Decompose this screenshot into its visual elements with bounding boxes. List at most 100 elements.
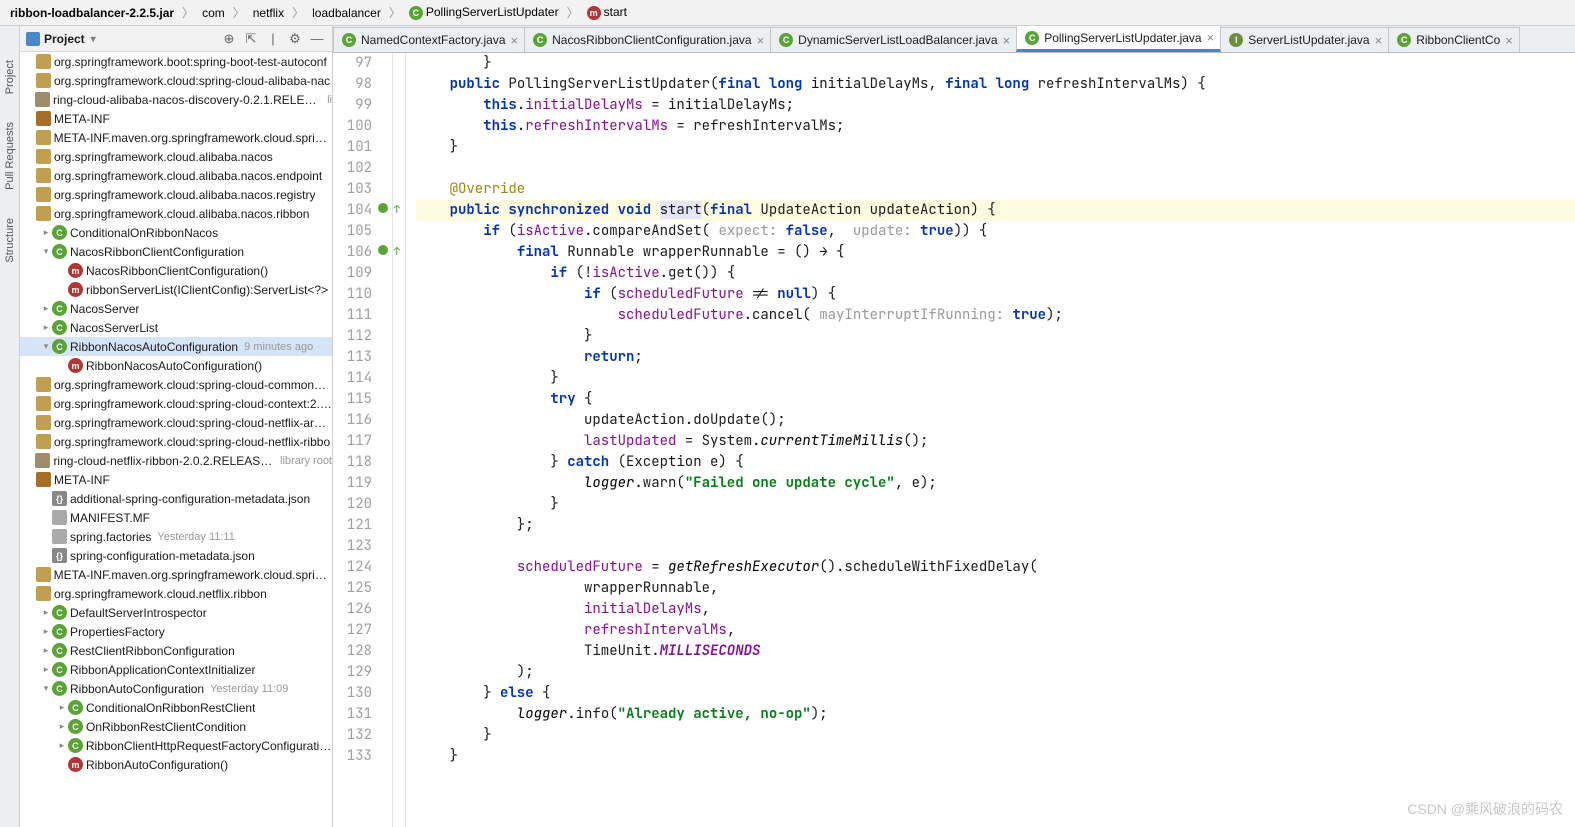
caret-icon[interactable]: ▾ [40,246,52,257]
code-line[interactable]: }; [416,515,1575,536]
tree-node[interactable]: ▸CRibbonApplicationContextInitializer [20,660,332,679]
caret-icon[interactable]: ▸ [40,227,52,238]
code-line[interactable]: return; [416,347,1575,368]
tree-node[interactable]: org.springframework.cloud.netflix.ribbon [20,584,332,603]
tree-node[interactable]: ▾CRibbonNacosAutoConfiguration9 minutes … [20,337,332,356]
tree-node[interactable]: org.springframework.cloud.alibaba.nacos [20,147,332,166]
tree-node[interactable]: org.springframework.cloud.alibaba.nacos.… [20,204,332,223]
editor-tab[interactable]: CPollingServerListUpdater.java× [1016,26,1221,52]
code-line[interactable]: lastUpdated = System.currentTimeMillis()… [416,431,1575,452]
vertical-tab[interactable]: Structure [4,214,16,267]
close-icon[interactable]: × [1003,33,1011,48]
caret-icon[interactable]: ▸ [56,702,68,713]
code-line[interactable]: TimeUnit.MILLISECONDS [416,641,1575,662]
code-line[interactable]: } [416,494,1575,515]
code-line[interactable]: @Override [416,179,1575,200]
tree-node[interactable]: ▸CRibbonClientHttpRequestFactoryConfigur… [20,736,332,755]
tree-node[interactable]: ▸CConditionalOnRibbonRestClient [20,698,332,717]
code-line[interactable]: logger.warn("Failed one update cycle", e… [416,473,1575,494]
code-line[interactable]: } catch (Exception e) { [416,452,1575,473]
caret-icon[interactable]: ▸ [40,607,52,618]
caret-icon[interactable]: ▸ [40,645,52,656]
code-line[interactable]: } [416,368,1575,389]
caret-icon[interactable]: ▸ [40,664,52,675]
locate-icon[interactable]: ⊕ [220,30,238,48]
breadcrumb-item[interactable]: netflix [251,6,286,20]
project-dropdown-arrow[interactable]: ▼ [89,34,98,44]
fold-bar[interactable] [393,53,406,827]
gutter-marker[interactable] [378,203,388,213]
code-line[interactable]: logger.info("Already active, no-op"); [416,704,1575,725]
code-line[interactable]: if (isActive.compareAndSet( expect: fals… [416,221,1575,242]
tree-node[interactable]: ▾CRibbonAutoConfigurationYesterday 11:09 [20,679,332,698]
caret-icon[interactable]: ▸ [40,322,52,333]
code-line[interactable]: } [416,725,1575,746]
code-line[interactable]: public PollingServerListUpdater(final lo… [416,74,1575,95]
tree-node[interactable]: ▸CConditionalOnRibbonNacos [20,223,332,242]
settings-icon[interactable]: ⚙ [286,30,304,48]
editor-tab[interactable]: IServerListUpdater.java× [1220,27,1389,52]
tree-node[interactable]: META-INF.maven.org.springframework.cloud… [20,128,332,147]
caret-icon[interactable]: ▸ [56,721,68,732]
close-icon[interactable]: × [1505,33,1513,48]
tree-node[interactable]: ▸COnRibbonRestClientCondition [20,717,332,736]
code-line[interactable]: this.initialDelayMs = initialDelayMs; [416,95,1575,116]
tree-node[interactable]: org.springframework.cloud.alibaba.nacos.… [20,166,332,185]
caret-icon[interactable]: ▾ [40,683,52,694]
code-line[interactable]: scheduledFuture = getRefreshExecutor().s… [416,557,1575,578]
code-line[interactable]: wrapperRunnable, [416,578,1575,599]
breadcrumb-item[interactable]: loadbalancer [310,6,383,20]
tree-node[interactable]: ▸CPropertiesFactory [20,622,332,641]
tree-node[interactable]: org.springframework.cloud:spring-cloud-c… [20,394,332,413]
tree-node[interactable]: ▸CRestClientRibbonConfiguration [20,641,332,660]
vertical-tab[interactable]: Project [4,56,16,98]
code-line[interactable]: } [416,326,1575,347]
close-icon[interactable]: × [1207,30,1215,45]
tree-node[interactable]: org.springframework.cloud:spring-cloud-n… [20,413,332,432]
code-line[interactable]: } [416,137,1575,158]
close-icon[interactable]: × [1375,33,1383,48]
gutter-marker[interactable] [378,245,388,255]
tree-node[interactable]: META-INF [20,109,332,128]
code-line[interactable]: updateAction.doUpdate(); [416,410,1575,431]
code-line[interactable]: try { [416,389,1575,410]
close-icon[interactable]: × [757,33,765,48]
caret-icon[interactable]: ▸ [40,626,52,637]
editor-tab[interactable]: CDynamicServerListLoadBalancer.java× [770,27,1017,52]
tree-node[interactable]: mribbonServerList(IClientConfig):ServerL… [20,280,332,299]
editor-tab[interactable]: CNacosRibbonClientConfiguration.java× [524,27,771,52]
caret-icon[interactable]: ▾ [40,341,52,352]
tree-node[interactable]: {}spring-configuration-metadata.json [20,546,332,565]
code-line[interactable] [416,536,1575,557]
code-content[interactable]: } public PollingServerListUpdater(final … [406,53,1575,827]
editor-tab[interactable]: CNamedContextFactory.java× [333,27,525,52]
close-icon[interactable]: × [511,33,519,48]
code-line[interactable]: } [416,746,1575,767]
code-line[interactable] [416,158,1575,179]
tree-node[interactable]: org.springframework.cloud.alibaba.nacos.… [20,185,332,204]
code-line[interactable]: scheduledFuture.cancel( mayInterruptIfRu… [416,305,1575,326]
code-line[interactable]: initialDelayMs, [416,599,1575,620]
code-line[interactable]: final Runnable wrapperRunnable = () → { [416,242,1575,263]
tree-node[interactable]: ring-cloud-alibaba-nacos-discovery-0.2.1… [20,90,332,109]
tree-node[interactable]: {}additional-spring-configuration-metada… [20,489,332,508]
code-line[interactable]: if (scheduledFuture != null) { [416,284,1575,305]
collapse-all-icon[interactable]: ⇱ [242,30,260,48]
tree-node[interactable]: spring.factoriesYesterday 11:11 [20,527,332,546]
editor-tab[interactable]: CRibbonClientCo× [1388,27,1520,52]
vertical-tab[interactable]: Pull Requests [4,118,16,194]
tree-node[interactable]: ▸CNacosServerList [20,318,332,337]
code-line[interactable]: } else { [416,683,1575,704]
tree-node[interactable]: mRibbonNacosAutoConfiguration() [20,356,332,375]
code-line[interactable]: this.refreshIntervalMs = refreshInterval… [416,116,1575,137]
breadcrumb-item[interactable]: com [200,6,227,20]
tree-node[interactable]: mRibbonAutoConfiguration() [20,755,332,774]
hide-icon[interactable]: — [308,30,326,48]
code-line[interactable]: ); [416,662,1575,683]
project-tree[interactable]: org.springframework.boot:spring-boot-tes… [20,52,332,827]
caret-icon[interactable]: ▸ [40,303,52,314]
tree-node[interactable]: org.springframework.boot:spring-boot-tes… [20,52,332,71]
caret-icon[interactable]: ▸ [56,740,68,751]
tree-node[interactable]: org.springframework.cloud:spring-cloud-c… [20,375,332,394]
breadcrumb-item[interactable]: ribbon-loadbalancer-2.2.5.jar [8,6,176,20]
